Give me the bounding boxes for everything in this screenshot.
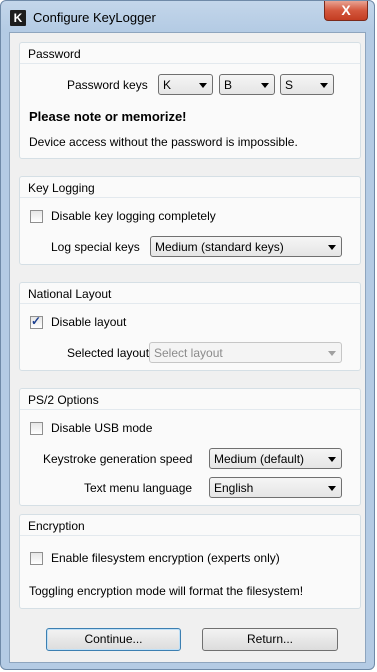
disable-usb-mode-label: Disable USB mode	[51, 421, 153, 435]
return-button[interactable]: Return...	[202, 628, 338, 651]
national-layout-group-title: National Layout	[28, 287, 112, 301]
password-key-3-select[interactable]: S	[280, 74, 334, 95]
close-button[interactable]: X	[324, 1, 368, 21]
app-icon: K	[10, 10, 26, 26]
keystroke-speed-label: Keystroke generation speed	[43, 452, 193, 466]
key-logging-group: Key Logging Disable key logging complete…	[19, 176, 361, 265]
encryption-group-title: Encryption	[28, 519, 85, 533]
password-key-1-value: K	[163, 78, 172, 92]
ps2-options-group: PS/2 Options Disable USB mode Keystroke …	[19, 388, 361, 506]
chevron-down-icon	[261, 83, 269, 88]
chevron-down-icon	[199, 83, 207, 88]
chevron-down-icon	[328, 351, 336, 356]
password-group-title: Password	[28, 47, 81, 61]
continue-button[interactable]: Continue...	[46, 628, 181, 651]
enable-encryption-checkbox[interactable]	[30, 552, 43, 565]
password-note: Please note or memorize!	[29, 109, 187, 124]
selected-layout-placeholder: Select layout	[154, 346, 223, 360]
log-special-keys-select[interactable]: Medium (standard keys)	[150, 236, 342, 257]
group-divider	[20, 409, 360, 410]
selected-layout-label: Selected layout	[67, 346, 150, 360]
disable-key-logging-label: Disable key logging completely	[51, 209, 216, 223]
ps2-options-group-title: PS/2 Options	[28, 393, 99, 407]
disable-key-logging-checkbox[interactable]	[30, 210, 43, 223]
selected-layout-select[interactable]: Select layout	[149, 342, 342, 363]
key-logging-group-title: Key Logging	[28, 181, 95, 195]
configure-keylogger-window: K Configure KeyLogger X Password Passwor…	[0, 0, 375, 670]
chevron-down-icon	[320, 83, 328, 88]
keystroke-speed-value: Medium (default)	[214, 452, 305, 466]
password-key-3-value: S	[285, 78, 294, 92]
chevron-down-icon	[328, 457, 336, 462]
group-divider	[20, 303, 360, 304]
keystroke-speed-select[interactable]: Medium (default)	[209, 448, 342, 469]
chevron-down-icon	[328, 245, 336, 250]
enable-encryption-label: Enable filesystem encryption (experts on…	[51, 551, 280, 565]
encryption-group: Encryption Enable filesystem encryption …	[19, 514, 361, 609]
group-divider	[20, 535, 360, 536]
password-keys-label: Password keys	[67, 78, 148, 92]
dialog-body: Password Password keys K B S Please note…	[9, 32, 366, 663]
window-title: Configure KeyLogger	[33, 10, 156, 25]
group-divider	[20, 63, 360, 64]
password-warning: Device access without the password is im…	[29, 135, 298, 149]
password-group: Password Password keys K B S Please note…	[19, 42, 361, 159]
text-menu-language-label: Text menu language	[84, 481, 193, 495]
password-key-2-select[interactable]: B	[219, 74, 275, 95]
log-special-keys-value: Medium (standard keys)	[155, 240, 284, 254]
log-special-keys-label: Log special keys	[51, 240, 140, 254]
text-menu-language-select[interactable]: English	[209, 477, 342, 498]
encryption-warning: Toggling encryption mode will format the…	[29, 584, 304, 598]
chevron-down-icon	[328, 486, 336, 491]
text-menu-language-value: English	[214, 481, 254, 495]
disable-layout-label: Disable layout	[51, 315, 127, 329]
disable-usb-mode-checkbox[interactable]	[30, 422, 43, 435]
title-bar[interactable]: K Configure KeyLogger X	[1, 1, 374, 31]
password-key-1-select[interactable]: K	[158, 74, 213, 95]
disable-layout-checkbox[interactable]	[30, 314, 43, 329]
group-divider	[20, 197, 360, 198]
national-layout-group: National Layout Disable layout Selected …	[19, 282, 361, 371]
password-key-2-value: B	[224, 78, 233, 92]
